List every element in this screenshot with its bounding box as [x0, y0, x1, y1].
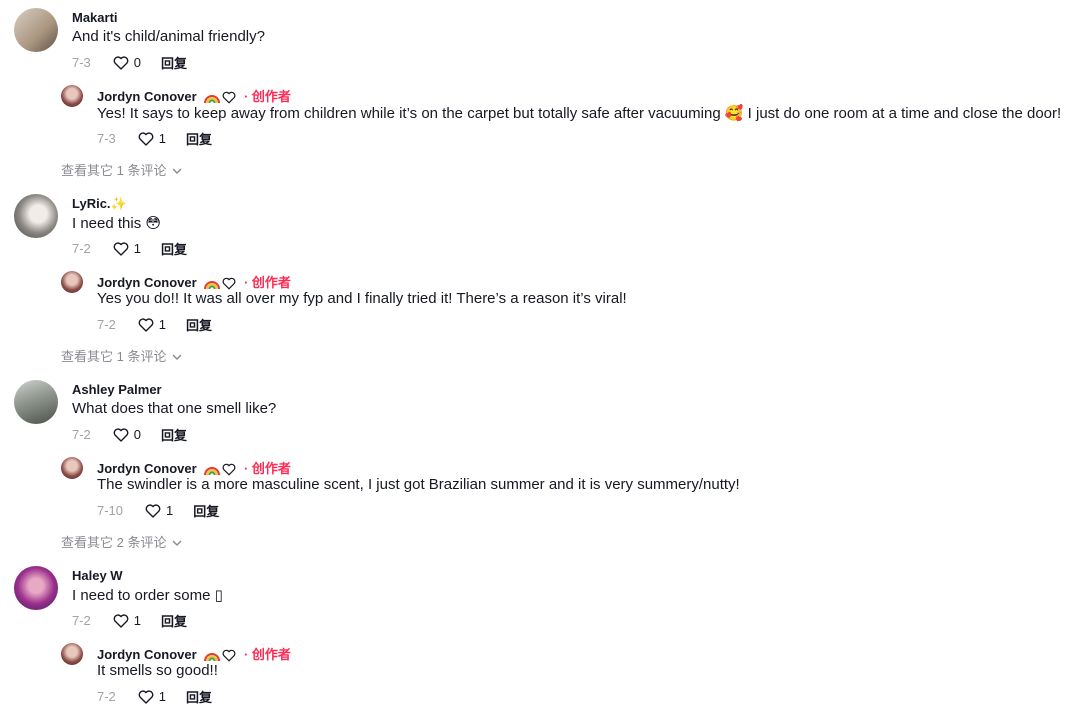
reply-text: Yes you do!! It was all over my fyp and … [97, 290, 627, 307]
comment-date: 7-3 [72, 55, 91, 70]
like-heart-icon[interactable] [113, 55, 129, 70]
reply-button[interactable]: 回复 [161, 611, 187, 630]
reply-username[interactable]: Jordyn Conover · 创作者 [97, 644, 291, 663]
like-count: 0 [133, 427, 142, 442]
reply-button[interactable]: 回复 [186, 315, 212, 334]
view-more-label[interactable]: 查看其它 2 条评论 [61, 532, 166, 551]
reply-button[interactable]: 回复 [161, 425, 187, 444]
reply-user-name[interactable]: Jordyn Conover [97, 647, 197, 662]
chevron-down-icon [172, 162, 182, 177]
reply-meta: 7-3 1 回复 [97, 129, 212, 148]
avatar[interactable] [14, 566, 58, 610]
chevron-down-icon [172, 348, 182, 363]
avatar[interactable] [14, 8, 58, 52]
heart-emoji-icon [222, 463, 236, 476]
view-more-replies[interactable]: 查看其它 2 条评论 [61, 532, 182, 551]
emoji-badges [204, 463, 236, 476]
like-count: 1 [133, 241, 142, 256]
heart-emoji-icon [222, 277, 236, 290]
heart-emoji-icon [222, 649, 236, 662]
avatar[interactable] [61, 643, 83, 665]
comment-username[interactable]: Ashley Palmer [72, 382, 162, 397]
like-heart-icon[interactable] [113, 427, 129, 442]
avatar[interactable] [61, 85, 83, 107]
avatar[interactable] [61, 271, 83, 293]
like-heart-icon[interactable] [138, 317, 154, 332]
reply-button[interactable]: 回复 [161, 53, 187, 72]
like-heart-icon[interactable] [113, 241, 129, 256]
rainbow-icon [204, 95, 221, 104]
comment-text: I need this 😳 [72, 215, 162, 232]
heart-emoji-icon [222, 91, 236, 104]
like-heart-icon[interactable] [138, 131, 154, 146]
reply-button[interactable]: 回复 [186, 129, 212, 148]
emoji-badges [204, 277, 236, 290]
rainbow-icon [204, 281, 221, 290]
reply-username[interactable]: Jordyn Conover · 创作者 [97, 272, 291, 291]
comment-meta: 7-2 1 回复 [72, 611, 187, 630]
avatar[interactable] [14, 194, 58, 238]
creator-badge: · 创作者 [243, 461, 291, 476]
like-count: 1 [158, 131, 167, 146]
creator-badge: · 创作者 [243, 89, 291, 104]
creator-badge: · 创作者 [243, 275, 291, 290]
view-more-replies[interactable]: 查看其它 1 条评论 [61, 346, 182, 365]
creator-badge: · 创作者 [243, 647, 291, 662]
chevron-down-icon [172, 534, 182, 549]
like-count: 1 [133, 613, 142, 628]
emoji-badges [204, 91, 236, 104]
comment-text: I need to order some ▯ [72, 587, 223, 604]
rainbow-icon [204, 653, 221, 662]
reply-date: 7-2 [97, 689, 116, 704]
comment-text: What does that one smell like? [72, 400, 277, 417]
like-count: 1 [166, 503, 174, 518]
reply-user-name[interactable]: Jordyn Conover [97, 275, 197, 290]
comment-meta: 7-2 0 回复 [72, 425, 187, 444]
view-more-label[interactable]: 查看其它 1 条评论 [61, 346, 166, 365]
comment-date: 7-2 [72, 613, 91, 628]
reply-meta: 7-2 1 回复 [97, 687, 212, 706]
comment-meta: 7-2 1 回复 [72, 239, 187, 258]
reply-button[interactable]: 回复 [161, 239, 187, 258]
like-heart-icon[interactable] [145, 503, 161, 518]
like-count: 0 [133, 55, 142, 70]
like-heart-icon[interactable] [113, 613, 129, 628]
comment-username[interactable]: Makarti [72, 10, 118, 25]
avatar[interactable] [14, 380, 58, 424]
reply-text: Yes! It says to keep away from children … [97, 105, 1062, 122]
reply-text: It smells so good!! [97, 662, 218, 679]
view-more-replies[interactable]: 查看其它 1 条评论 [61, 160, 182, 179]
comment-date: 7-2 [72, 241, 91, 256]
view-more-label[interactable]: 查看其它 1 条评论 [61, 160, 166, 179]
reply-user-name[interactable]: Jordyn Conover [97, 461, 197, 476]
reply-username[interactable]: Jordyn Conover · 创作者 [97, 86, 291, 105]
reply-date: 7-3 [97, 131, 116, 146]
reply-meta: 7-2 1 回复 [97, 315, 212, 334]
reply-user-name[interactable]: Jordyn Conover [97, 89, 197, 104]
comment-username[interactable]: Haley W [72, 568, 123, 583]
rainbow-icon [204, 467, 221, 476]
reply-text: The swindler is a more masculine scent, … [97, 476, 740, 493]
emoji-badges [204, 649, 236, 662]
comment-text: And it's child/animal friendly? [72, 28, 265, 45]
reply-button[interactable]: 回复 [193, 501, 219, 520]
comment-meta: 7-3 0 回复 [72, 53, 187, 72]
comment-username[interactable]: LyRic.✨ [72, 196, 127, 212]
reply-username[interactable]: Jordyn Conover · 创作者 [97, 458, 291, 477]
reply-button[interactable]: 回复 [186, 687, 212, 706]
reply-date: 7-2 [97, 317, 116, 332]
like-heart-icon[interactable] [138, 689, 154, 704]
reply-date: 7-10 [97, 503, 124, 518]
comment-date: 7-2 [72, 427, 91, 442]
like-count: 1 [158, 689, 167, 704]
like-count: 1 [158, 317, 167, 332]
avatar[interactable] [61, 457, 83, 479]
reply-meta: 7-10 1 回复 [97, 501, 219, 520]
